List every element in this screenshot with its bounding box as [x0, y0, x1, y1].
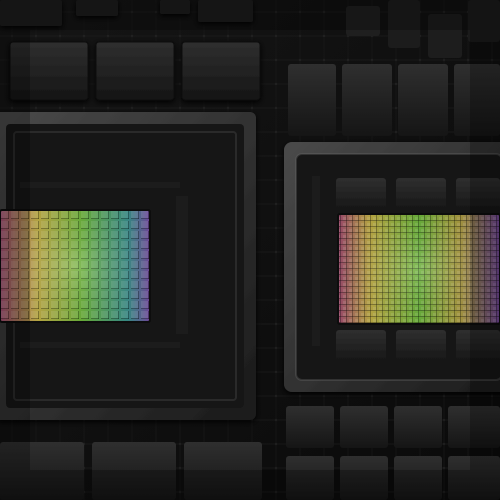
power-stage-3: [398, 64, 448, 136]
hardware-board-image: [0, 0, 500, 500]
right-hbm-bottom-1: [336, 330, 386, 364]
top-chip-3: [181, 41, 261, 101]
right-hbm-top-2: [396, 178, 446, 212]
top-chip-2: [95, 41, 175, 101]
right-hbm-top-1: [336, 178, 386, 212]
left-processor-package: [0, 112, 256, 420]
right-processor-package: [284, 142, 500, 392]
power-stage-1: [288, 64, 336, 136]
power-stage-2: [342, 64, 392, 136]
right-hbm-bottom-2: [396, 330, 446, 364]
